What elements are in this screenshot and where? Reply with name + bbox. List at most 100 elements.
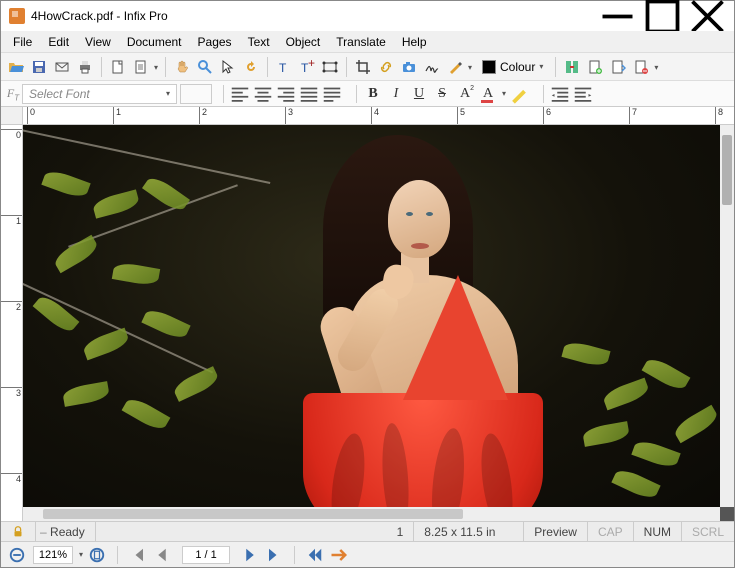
font-icon: FT [5,86,21,102]
doc-menu-button[interactable] [130,56,152,78]
align-left-button[interactable] [229,83,251,105]
strikethrough-button[interactable]: S [431,83,453,105]
ruler-tick: 1 [1,215,23,226]
first-page-button[interactable] [128,545,148,565]
separator [555,57,556,77]
bold-button[interactable]: B [362,83,384,105]
ruler-tick: 0 [1,129,23,140]
snapshot-tool[interactable] [398,56,420,78]
separator [267,57,268,77]
underline-button[interactable]: U [408,83,430,105]
superscript-button[interactable]: A2 [454,83,476,105]
separator [223,85,224,103]
scrollbar-thumb[interactable] [722,135,732,205]
ruler-tick: 5 [457,107,465,125]
crop-tool[interactable] [352,56,374,78]
ruler-tick: 1 [113,107,121,125]
separator [356,85,357,103]
colour-button[interactable]: Colour ▾ [475,56,550,78]
menu-document[interactable]: Document [119,33,190,51]
ruler-tick: 7 [629,107,637,125]
separator [294,546,295,564]
draw-tool[interactable] [444,56,466,78]
separator [165,57,166,77]
ruler-tick: 0 [27,107,35,125]
align-more-button[interactable] [321,83,343,105]
scrollbar-thumb[interactable] [43,509,463,519]
fit-page-button[interactable] [87,545,107,565]
canvas-area[interactable] [23,125,734,521]
caps-indicator: CAP [588,522,634,541]
next-page-button[interactable] [240,545,260,565]
text-tool[interactable]: T [273,56,295,78]
ruler-tick: 4 [371,107,379,125]
link-tool[interactable] [375,56,397,78]
align-justify-button[interactable] [298,83,320,105]
zoom-tool[interactable] [194,56,216,78]
indent-right-button[interactable] [572,83,594,105]
prev-page-button[interactable] [152,545,172,565]
font-size-select[interactable] [180,84,212,104]
zoom-field[interactable]: 121% [33,546,73,564]
document-canvas[interactable] [23,125,720,507]
menu-pages[interactable]: Pages [190,33,240,51]
menu-file[interactable]: File [5,33,40,51]
ruler-tick: 2 [199,107,207,125]
maximize-button[interactable] [640,2,685,30]
close-button[interactable] [685,2,730,30]
menu-text[interactable]: Text [240,33,278,51]
object-tool[interactable] [319,56,341,78]
photo-image [23,125,720,507]
colour-swatch-icon [482,60,496,74]
title-bar: 4HowCrack.pdf - Infix Pro [1,1,734,31]
separator [117,546,118,564]
separator [346,57,347,77]
svg-text:T: T [279,61,287,75]
last-page-button[interactable] [264,545,284,565]
minimize-button[interactable] [595,2,640,30]
menu-help[interactable]: Help [394,33,435,51]
join-button[interactable] [561,56,583,78]
email-button[interactable] [51,56,73,78]
open-button[interactable] [5,56,27,78]
highlight-button[interactable] [508,83,530,105]
signature-tool[interactable] [421,56,443,78]
navigation-bar: 121% ▾ 1 / 1 [1,541,734,567]
num-indicator: NUM [634,522,682,541]
ruler-tick: 8 [715,107,723,125]
page-field[interactable]: 1 / 1 [182,546,230,564]
print-button[interactable] [74,56,96,78]
italic-button[interactable]: I [385,83,407,105]
menu-edit[interactable]: Edit [40,33,77,51]
menu-object[interactable]: Object [278,33,329,51]
ruler-tick: 3 [1,387,23,398]
svg-text:+: + [308,59,315,70]
fit-width-button[interactable] [7,545,27,565]
forward-view-button[interactable] [329,545,349,565]
menu-view[interactable]: View [77,33,119,51]
ruler-vertical[interactable]: 0 1 2 3 4 [1,125,23,521]
menu-translate[interactable]: Translate [328,33,394,51]
hand-tool[interactable] [171,56,193,78]
select-tool[interactable] [217,56,239,78]
textcolour-button[interactable]: A [477,83,499,105]
rotate-tool[interactable] [240,56,262,78]
format-toolbar: FT Select Font▾ B I U S A2 A [1,81,734,107]
save-button[interactable] [28,56,50,78]
page-extract-button[interactable] [607,56,629,78]
scrollbar-vertical[interactable] [720,125,734,507]
page-delete-button[interactable] [630,56,652,78]
textplus-tool[interactable]: T+ [296,56,318,78]
ruler-h-strip[interactable]: 0 1 2 3 4 5 6 7 8 [23,107,734,125]
font-select[interactable]: Select Font▾ [22,84,177,104]
align-center-button[interactable] [252,83,274,105]
ruler-tick: 3 [285,107,293,125]
page-add-button[interactable] [584,56,606,78]
scrollbar-horizontal[interactable] [23,507,720,521]
back-view-button[interactable] [305,545,325,565]
page-indicator: 1 [387,522,415,541]
preview-label[interactable]: Preview [524,522,588,541]
new-doc-button[interactable] [107,56,129,78]
indent-left-button[interactable] [549,83,571,105]
align-right-button[interactable] [275,83,297,105]
